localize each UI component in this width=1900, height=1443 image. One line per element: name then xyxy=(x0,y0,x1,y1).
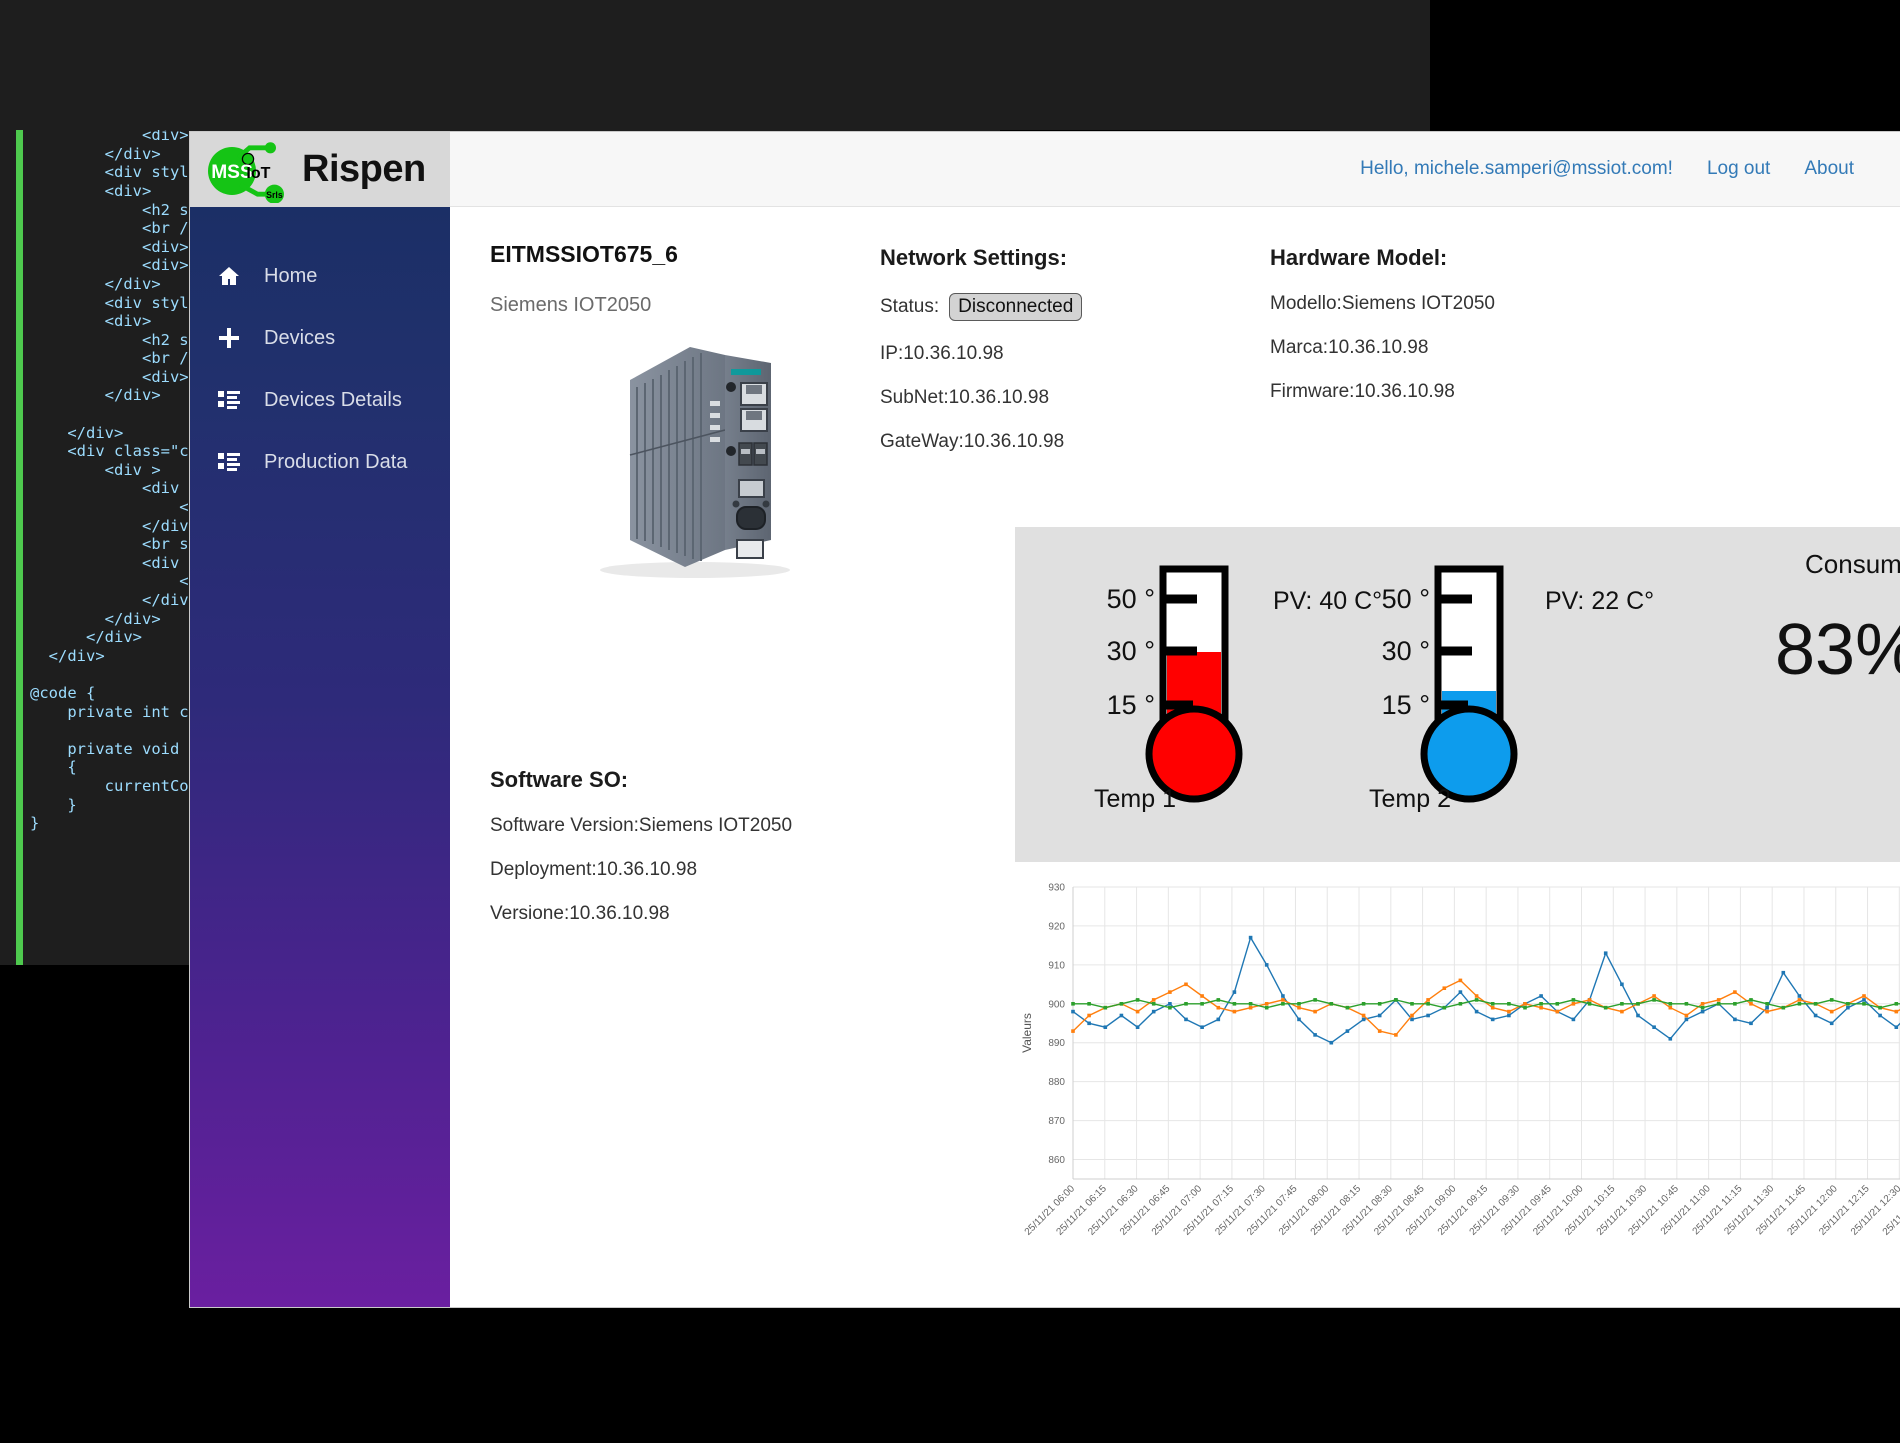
logout-link[interactable]: Log out xyxy=(1707,158,1770,180)
thermo2-caption: Temp 2 xyxy=(1369,785,1451,813)
sidebar-item-production-data[interactable]: Production Data xyxy=(190,431,450,493)
thermo2-pv-text: PV: 22 C° xyxy=(1545,587,1655,615)
editor-top-strip xyxy=(0,0,1430,130)
software-version: Software Version:Siemens IOT2050 xyxy=(490,815,793,836)
status-row: Status: Disconnected xyxy=(880,293,1270,321)
network-column: Network Settings: Status: Disconnected I… xyxy=(880,241,1270,475)
app-window: Srls MSS IoT Rispen Hello, michele.sampe… xyxy=(190,132,1900,1307)
plus-icon xyxy=(216,325,242,351)
device-subtitle: Siemens IOT2050 xyxy=(490,294,652,316)
svg-text:Valeurs: Valeurs xyxy=(1020,1013,1034,1053)
status-badge: Disconnected xyxy=(949,293,1083,321)
network-heading: Network Settings: xyxy=(880,245,1068,270)
hardware-marca: Marca:10.36.10.98 xyxy=(1270,337,1429,358)
hardware-heading: Hardware Model: xyxy=(1270,245,1448,270)
thermo1-tick-50: 50 ° xyxy=(1107,584,1155,614)
consumo-value: 83% xyxy=(1775,610,1900,690)
about-link[interactable]: About xyxy=(1804,158,1854,180)
svg-text:870: 870 xyxy=(1048,1116,1065,1127)
header-nav: Hello, michele.samperi@mssiot.com! Log o… xyxy=(1360,158,1900,180)
thermo1-caption: Temp 1 xyxy=(1094,785,1176,813)
software-versione: Versione:10.36.10.98 xyxy=(490,903,670,924)
sidebar-item-label: Production Data xyxy=(264,450,408,473)
device-column: EITMSSIOT675_6 Siemens IOT2050 xyxy=(490,241,880,585)
status-label: Status: xyxy=(880,296,940,317)
network-gateway: GateWay:10.36.10.98 xyxy=(880,431,1065,452)
thermo1-tick-15: 15 ° xyxy=(1107,690,1155,720)
app-header: Srls MSS IoT Rispen Hello, michele.sampe… xyxy=(190,132,1900,207)
sidebar-item-home[interactable]: Home xyxy=(190,245,450,307)
sidebar-item-devices-details[interactable]: Devices Details xyxy=(190,369,450,431)
svg-text:910: 910 xyxy=(1048,960,1065,971)
thermo2-tick-30: 30 ° xyxy=(1382,636,1430,666)
home-icon xyxy=(216,263,242,289)
thermometer-temp1: 50 ° 30 ° 15 ° xyxy=(1075,557,1305,812)
network-ip: IP:10.36.10.98 xyxy=(880,343,1004,364)
greeting-link[interactable]: Hello, michele.samperi@mssiot.com! xyxy=(1360,158,1673,180)
sidebar: Home Devices Devices Details Production … xyxy=(190,207,450,1307)
consumo-label: Consumo: xyxy=(1805,549,1900,579)
hardware-modello: Modello:Siemens IOT2050 xyxy=(1270,293,1495,314)
sidebar-item-label: Home xyxy=(264,264,318,287)
svg-text:930: 930 xyxy=(1048,883,1065,894)
production-chart: 860 870 880 890 900 910 920 930 25/11/21 06:00 25… xyxy=(1015,879,1900,1299)
gauges-panel: 50 ° 30 ° 15 ° PV: 40 C° Temp 1 50 ° 30 … xyxy=(1015,527,1900,862)
sidebar-item-devices[interactable]: Devices xyxy=(190,307,450,369)
software-heading: Software SO: xyxy=(490,767,629,792)
svg-text:IoT: IoT xyxy=(246,165,270,182)
sidebar-item-label: Devices Details xyxy=(264,388,402,411)
sidebar-item-label: Devices xyxy=(264,326,336,349)
page-title: EITMSSIOT675_6 xyxy=(490,241,678,267)
brand-title: Rispen xyxy=(302,148,426,190)
thermo2-tick-15: 15 ° xyxy=(1382,690,1430,720)
hardware-firmware: Firmware:10.36.10.98 xyxy=(1270,381,1455,402)
svg-text:860: 860 xyxy=(1048,1155,1065,1166)
thermo2-tick-50: 50 ° xyxy=(1382,584,1430,614)
software-column: Software SO: Software Version:Siemens IO… xyxy=(490,767,910,947)
list-icon xyxy=(216,387,242,413)
siemens-iot2050-photo xyxy=(525,335,855,585)
brand-area[interactable]: Srls MSS IoT Rispen xyxy=(190,132,450,207)
software-deployment: Deployment:10.36.10.98 xyxy=(490,859,698,880)
hardware-column: Hardware Model: Modello:Siemens IOT2050 … xyxy=(1270,241,1650,425)
mssiot-logo: Srls MSS IoT xyxy=(208,142,284,203)
chart-svg: 86087088089090091092093025/11/21 06:0025… xyxy=(1020,883,1900,1238)
network-subnet: SubNet:10.36.10.98 xyxy=(880,387,1050,408)
svg-text:890: 890 xyxy=(1048,1038,1065,1049)
svg-text:880: 880 xyxy=(1048,1077,1065,1088)
svg-text:Srls: Srls xyxy=(266,190,283,200)
svg-text:900: 900 xyxy=(1048,999,1065,1010)
list-icon xyxy=(216,449,242,475)
thermo1-tick-30: 30 ° xyxy=(1107,636,1155,666)
svg-text:920: 920 xyxy=(1048,921,1065,932)
main-content: EITMSSIOT675_6 Siemens IOT2050 Network S… xyxy=(450,207,1900,1307)
